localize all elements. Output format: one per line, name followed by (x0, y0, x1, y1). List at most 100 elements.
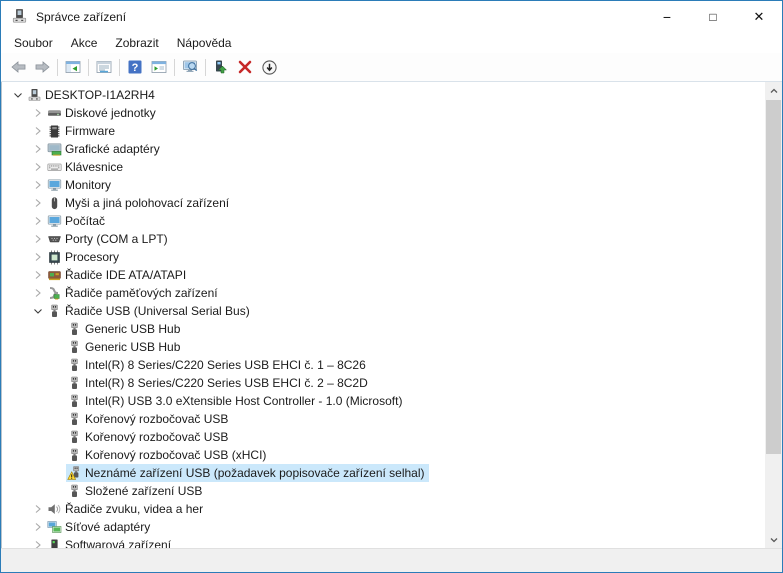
menu-napoveda[interactable]: Nápověda (168, 34, 241, 52)
action-pane-icon (151, 59, 167, 75)
toolbar-separator (57, 59, 58, 76)
software-device-icon (47, 538, 62, 549)
tree-item-label: Intel(R) USB 3.0 eXtensible Host Control… (85, 393, 406, 409)
tree-item[interactable]: Počítač (2, 212, 765, 230)
expander-icon[interactable] (30, 285, 46, 301)
tree-item-label: Kořenový rozbočovač USB (85, 411, 232, 427)
tree-item-label: Klávesnice (65, 159, 127, 175)
expander-icon (50, 357, 66, 373)
network-icon (47, 520, 62, 535)
action-pane-button[interactable] (147, 56, 171, 79)
expander-icon[interactable] (30, 231, 46, 247)
tree-item[interactable]: Kořenový rozbočovač USB (xHCI) (2, 446, 765, 464)
tree-item[interactable]: Kořenový rozbočovač USB (2, 428, 765, 446)
tree-item-label: Kořenový rozbočovač USB (85, 429, 232, 445)
close-button[interactable]: ✕ (736, 1, 782, 32)
help-button[interactable]: ? (123, 56, 147, 79)
expander-icon[interactable] (30, 213, 46, 229)
tree-item-label: Softwarová zařízení (65, 537, 175, 548)
update-driver-icon (213, 59, 229, 75)
tree-item[interactable]: Procesory (2, 248, 765, 266)
scroll-up-button[interactable] (765, 82, 782, 99)
menu-zobrazit[interactable]: Zobrazit (106, 34, 167, 52)
tree-item-label: Síťové adaptéry (65, 519, 154, 535)
usb-icon (67, 484, 82, 499)
window-title: Správce zařízení (36, 10, 126, 24)
device-tree: DESKTOP-I1A2RH4 Diskové jednotky Firmwar… (2, 82, 765, 548)
show-console-tree-button[interactable] (61, 56, 85, 79)
tree-item[interactable]: Porty (COM a LPT) (2, 230, 765, 248)
usb-icon (67, 412, 82, 427)
toolbar: ? (1, 53, 782, 82)
scan-hardware-changes-button[interactable] (178, 56, 202, 79)
expander-icon[interactable] (30, 537, 46, 548)
tree-item-label: Firmware (65, 123, 119, 139)
tree-item[interactable]: Kořenový rozbočovač USB (2, 410, 765, 428)
tree-item[interactable]: Intel(R) 8 Series/C220 Series USB EHCI č… (2, 374, 765, 392)
tree-item-label: Řadiče IDE ATA/ATAPI (65, 267, 190, 283)
tree-item[interactable]: Síťové adaptéry (2, 518, 765, 536)
expander-icon[interactable] (30, 141, 46, 157)
disable-device-button[interactable] (257, 56, 281, 79)
expander-icon[interactable] (10, 87, 26, 103)
device-manager-window: Správce zařízení − □ ✕ Soubor Akce Zobra… (0, 0, 783, 573)
expander-icon (50, 447, 66, 463)
tree-item-label: Porty (COM a LPT) (65, 231, 172, 247)
tree-item[interactable]: Řadiče paměťových zařízení (2, 284, 765, 302)
expander-icon[interactable] (30, 267, 46, 283)
tree-item[interactable]: Řadiče zvuku, videa a her (2, 500, 765, 518)
tree-item[interactable]: Intel(R) USB 3.0 eXtensible Host Control… (2, 392, 765, 410)
expander-icon[interactable] (30, 159, 46, 175)
expander-icon[interactable] (30, 249, 46, 265)
tree-item[interactable]: Myši a jiná polohovací zařízení (2, 194, 765, 212)
expander-icon (50, 465, 66, 481)
tree-item[interactable]: DESKTOP-I1A2RH4 (2, 86, 765, 104)
uninstall-device-button[interactable] (233, 56, 257, 79)
vertical-scrollbar[interactable] (765, 82, 782, 548)
expander-icon[interactable] (30, 105, 46, 121)
storage-controller-icon (47, 286, 62, 301)
expander-icon[interactable] (30, 195, 46, 211)
tree-item[interactable]: Řadiče USB (Universal Serial Bus) (2, 302, 765, 320)
back-button[interactable] (6, 56, 30, 79)
display-adapter-icon (47, 142, 62, 157)
audio-icon (47, 502, 62, 517)
usb-icon (67, 430, 82, 445)
expander-icon[interactable] (30, 519, 46, 535)
tree-item[interactable]: Diskové jednotky (2, 104, 765, 122)
tree-item[interactable]: Klávesnice (2, 158, 765, 176)
expander-icon (50, 339, 66, 355)
tree-item[interactable]: Monitory (2, 176, 765, 194)
maximize-button[interactable]: □ (690, 1, 736, 32)
tree-item[interactable]: Grafické adaptéry (2, 140, 765, 158)
scrollbar-thumb[interactable] (766, 100, 781, 454)
tree-item[interactable]: Intel(R) 8 Series/C220 Series USB EHCI č… (2, 356, 765, 374)
expander-icon (50, 429, 66, 445)
device-manager-icon (11, 8, 28, 25)
tree-item[interactable]: Složené zařízení USB (2, 482, 765, 500)
toolbar-separator (205, 59, 206, 76)
forward-button[interactable] (30, 56, 54, 79)
expander-icon[interactable] (30, 177, 46, 193)
expander-icon (50, 393, 66, 409)
tree-item[interactable]: Řadiče IDE ATA/ATAPI (2, 266, 765, 284)
update-driver-button[interactable] (209, 56, 233, 79)
menu-soubor[interactable]: Soubor (5, 34, 62, 52)
toolbar-separator (174, 59, 175, 76)
tree-item-label: Řadiče paměťových zařízení (65, 285, 222, 301)
tree-item[interactable]: Generic USB Hub (2, 320, 765, 338)
scroll-down-button[interactable] (765, 531, 782, 548)
expander-icon (50, 411, 66, 427)
expander-icon[interactable] (30, 123, 46, 139)
tree-item[interactable]: Softwarová zařízení (2, 536, 765, 548)
tree-item[interactable]: Generic USB Hub (2, 338, 765, 356)
usb-icon (67, 340, 82, 355)
tree-item-label: Generic USB Hub (85, 321, 184, 337)
tree-item[interactable]: Firmware (2, 122, 765, 140)
tree-item-label: Neznámé zařízení USB (požadavek popisova… (85, 465, 429, 481)
expander-icon[interactable] (30, 501, 46, 517)
properties-button[interactable] (92, 56, 116, 79)
tree-item[interactable]: Neznámé zařízení USB (požadavek popisova… (2, 464, 765, 482)
expander-icon[interactable] (30, 303, 46, 319)
menu-akce[interactable]: Akce (62, 34, 107, 52)
